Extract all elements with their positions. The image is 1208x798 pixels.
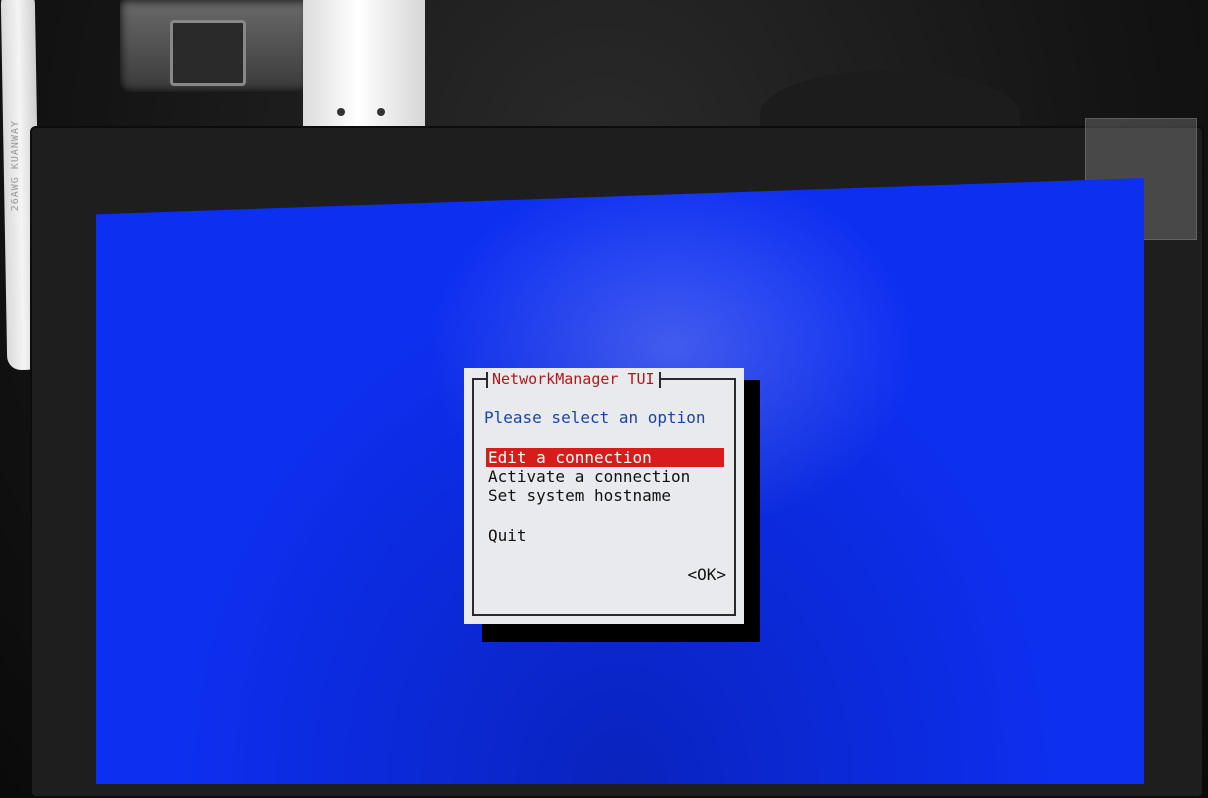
photo-scene: 26AWG KUANWAY NetworkManager TUI Please … (0, 0, 1208, 798)
usb-plug-dot (337, 108, 345, 116)
cable-print: 26AWG KUANWAY (10, 120, 21, 212)
dialog-title: NetworkManager TUI (486, 370, 661, 388)
menu-item-quit[interactable]: Quit (486, 526, 724, 545)
menu-spacer (486, 505, 724, 526)
ok-button[interactable]: <OK> (687, 565, 726, 584)
menu-item-set-hostname[interactable]: Set system hostname (486, 486, 724, 505)
option-menu: Edit a connection Activate a connection … (486, 448, 724, 545)
menu-item-edit-connection[interactable]: Edit a connection (486, 448, 724, 467)
dialog-prompt: Please select an option (484, 408, 706, 427)
usb-plug-dot (377, 108, 385, 116)
menu-item-activate-connection[interactable]: Activate a connection (486, 467, 724, 486)
nmtui-dialog: NetworkManager TUI Please select an opti… (464, 368, 744, 624)
ethernet-socket (170, 20, 246, 86)
